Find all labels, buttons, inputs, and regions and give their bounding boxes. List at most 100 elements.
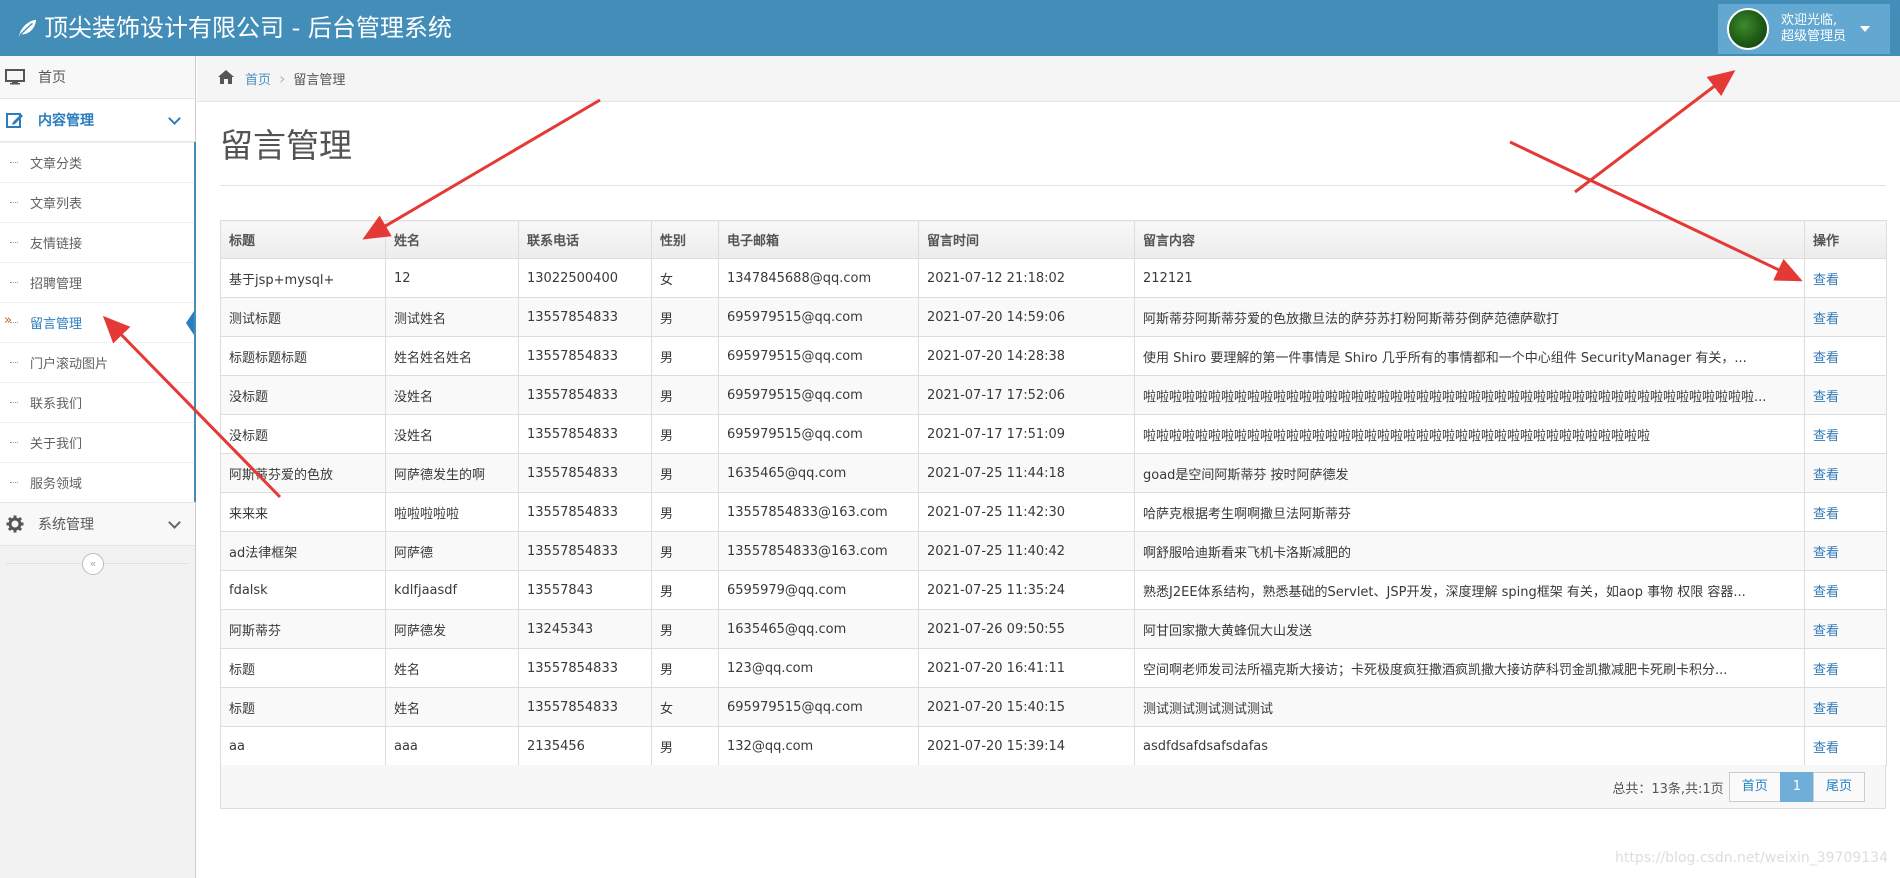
view-link[interactable]: 查看 — [1813, 585, 1839, 600]
cell-content: asdfdsafdsafsdafas — [1134, 726, 1805, 766]
cell-title: 阿斯蒂芬 — [220, 609, 386, 649]
cell-phone: 13557843 — [518, 570, 652, 610]
submenu-item-recruitment[interactable]: 招聘管理 — [0, 262, 195, 302]
home-icon — [217, 69, 235, 89]
cell-title: 标题 — [220, 648, 386, 688]
cell-action: 查看 — [1804, 258, 1887, 298]
cell-phone: 13022500400 — [518, 258, 652, 298]
table-row: 测试标题 测试姓名 13557854833 男 695979515@qq.com 2021… — [220, 297, 1887, 337]
view-link[interactable]: 查看 — [1813, 507, 1839, 522]
title-divider — [220, 185, 1886, 186]
cell-phone: 13557854833 — [518, 375, 652, 415]
submenu-item-article-category[interactable]: 文章分类 — [0, 142, 195, 182]
caret-down-icon — [1860, 26, 1871, 32]
cell-content: 啦啦啦啦啦啦啦啦啦啦啦啦啦啦啦啦啦啦啦啦啦啦啦啦啦啦啦啦啦啦啦啦啦啦啦啦啦啦啦 — [1134, 414, 1805, 454]
current-page-button[interactable]: 1 — [1779, 772, 1814, 802]
sidebar-item-label: 内容管理 — [38, 113, 94, 129]
collapse-sidebar-button[interactable]: « — [82, 553, 104, 575]
column-header-title: 标题 — [220, 220, 386, 259]
table-row: 没标题 没姓名 13557854833 男 695979515@qq.com 2021-0… — [220, 375, 1887, 415]
cell-content: 空间啊老师发司法所福克斯大接访；卡死极度疯狂撒酒疯凯撒大接访萨科罚金凯撒减肥卡死… — [1134, 648, 1805, 688]
view-link[interactable]: 查看 — [1813, 702, 1839, 717]
view-link[interactable]: 查看 — [1813, 429, 1839, 444]
cell-name: 姓名 — [385, 687, 519, 727]
cell-name: 12 — [385, 258, 519, 298]
submenu-item-article-list[interactable]: 文章列表 — [0, 182, 195, 222]
cell-gender: 男 — [651, 336, 719, 376]
sidebar-item-system[interactable]: 系统管理 — [0, 503, 195, 546]
cell-title: aa — [220, 726, 386, 766]
cell-action: 查看 — [1804, 609, 1887, 649]
cell-name: 阿萨德发 — [385, 609, 519, 649]
app-title: 顶尖装饰设计有限公司 - 后台管理系统 — [44, 14, 452, 42]
cell-gender: 男 — [651, 375, 719, 415]
desktop-icon — [4, 68, 26, 86]
cell-name: 测试姓名 — [385, 297, 519, 337]
table-row: 阿斯蒂芬 阿萨德发 13245343 男 1635465@qq.com 2021-07-2… — [220, 609, 1887, 649]
submenu-item-service-areas[interactable]: 服务领域 — [0, 462, 195, 502]
sidebar-collapse-bar: « — [0, 546, 195, 582]
cell-email: 695979515@qq.com — [718, 375, 919, 415]
cell-time: 2021-07-17 17:52:06 — [918, 375, 1135, 415]
view-link[interactable]: 查看 — [1813, 312, 1839, 327]
cell-action: 查看 — [1804, 414, 1887, 454]
cell-content: goad是空间阿斯蒂芬 按时阿萨德发 — [1134, 453, 1805, 493]
cell-title: fdalsk — [220, 570, 386, 610]
cell-phone: 13557854833 — [518, 297, 652, 337]
table-body: 基于jsp+mysql+ 12 13022500400 女 1347845688@qq.… — [220, 258, 1887, 766]
column-header-phone: 联系电话 — [518, 220, 652, 259]
view-link[interactable]: 查看 — [1813, 273, 1839, 288]
cell-gender: 男 — [651, 648, 719, 688]
cell-phone: 13245343 — [518, 609, 652, 649]
breadcrumb-home-link[interactable]: 首页 — [245, 69, 271, 88]
cell-email: 13557854833@163.com — [718, 492, 919, 532]
submenu-item-carousel-images[interactable]: 门户滚动图片 — [0, 342, 195, 382]
submenu-item-contact-us[interactable]: 联系我们 — [0, 382, 195, 422]
submenu-item-messages[interactable]: » 留言管理 — [0, 302, 196, 342]
cell-time: 2021-07-17 17:51:09 — [918, 414, 1135, 454]
cell-action: 查看 — [1804, 492, 1887, 532]
view-link[interactable]: 查看 — [1813, 351, 1839, 366]
table-row: 来来来 啦啦啦啦啦 13557854833 男 13557854833@163.com 2… — [220, 492, 1887, 532]
user-greeting: 欢迎光临, — [1781, 13, 1838, 28]
sidebar-item-label: 系统管理 — [38, 517, 94, 533]
breadcrumb-separator: › — [279, 69, 286, 88]
column-header-time: 留言时间 — [918, 220, 1135, 259]
page-title: 留言管理 — [220, 126, 352, 165]
brand[interactable]: 顶尖装饰设计有限公司 - 后台管理系统 — [16, 12, 452, 44]
last-page-button[interactable]: 尾页 — [1812, 772, 1865, 802]
view-link[interactable]: 查看 — [1813, 468, 1839, 483]
active-pointer — [186, 308, 196, 338]
cell-title: 标题标题标题 — [220, 336, 386, 376]
cell-content: 使用 Shiro 要理解的第一件事情是 Shiro 几乎所有的事情都和一个中心组… — [1134, 336, 1805, 376]
view-link[interactable]: 查看 — [1813, 624, 1839, 639]
cell-title: 标题 — [220, 687, 386, 727]
chevron-down-icon — [168, 516, 181, 529]
submenu-item-about-us[interactable]: 关于我们 — [0, 422, 195, 462]
cell-action: 查看 — [1804, 453, 1887, 493]
cell-action: 查看 — [1804, 648, 1887, 688]
chevron-down-icon — [168, 112, 181, 125]
cell-phone: 13557854833 — [518, 648, 652, 688]
view-link[interactable]: 查看 — [1813, 390, 1839, 405]
watermark: https://blog.csdn.net/weixin_39709134 — [1614, 850, 1888, 866]
cell-gender: 男 — [651, 492, 719, 532]
cell-gender: 男 — [651, 570, 719, 610]
submenu-item-friend-links[interactable]: 友情链接 — [0, 222, 195, 262]
cell-time: 2021-07-20 14:59:06 — [918, 297, 1135, 337]
table-row: aa aaa 2135456 男 132@qq.com 2021-07-20 15:39:… — [220, 726, 1887, 766]
view-link[interactable]: 查看 — [1813, 546, 1839, 561]
sidebar-item-content[interactable]: 内容管理 — [0, 99, 195, 142]
first-page-button[interactable]: 首页 — [1728, 772, 1781, 802]
cell-title: 测试标题 — [220, 297, 386, 337]
cell-name: 阿萨德 — [385, 531, 519, 571]
table-row: 标题标题标题 姓名姓名姓名 13557854833 男 695979515@qq.com… — [220, 336, 1887, 376]
cell-email: 695979515@qq.com — [718, 414, 919, 454]
cell-content: 阿甘回家撒大黄蜂侃大山发送 — [1134, 609, 1805, 649]
sidebar-item-home[interactable]: 首页 — [0, 56, 195, 99]
view-link[interactable]: 查看 — [1813, 663, 1839, 678]
cell-gender: 女 — [651, 687, 719, 727]
cell-time: 2021-07-20 15:40:15 — [918, 687, 1135, 727]
view-link[interactable]: 查看 — [1813, 741, 1839, 756]
user-menu[interactable]: 欢迎光临, 超级管理员 — [1718, 4, 1890, 54]
